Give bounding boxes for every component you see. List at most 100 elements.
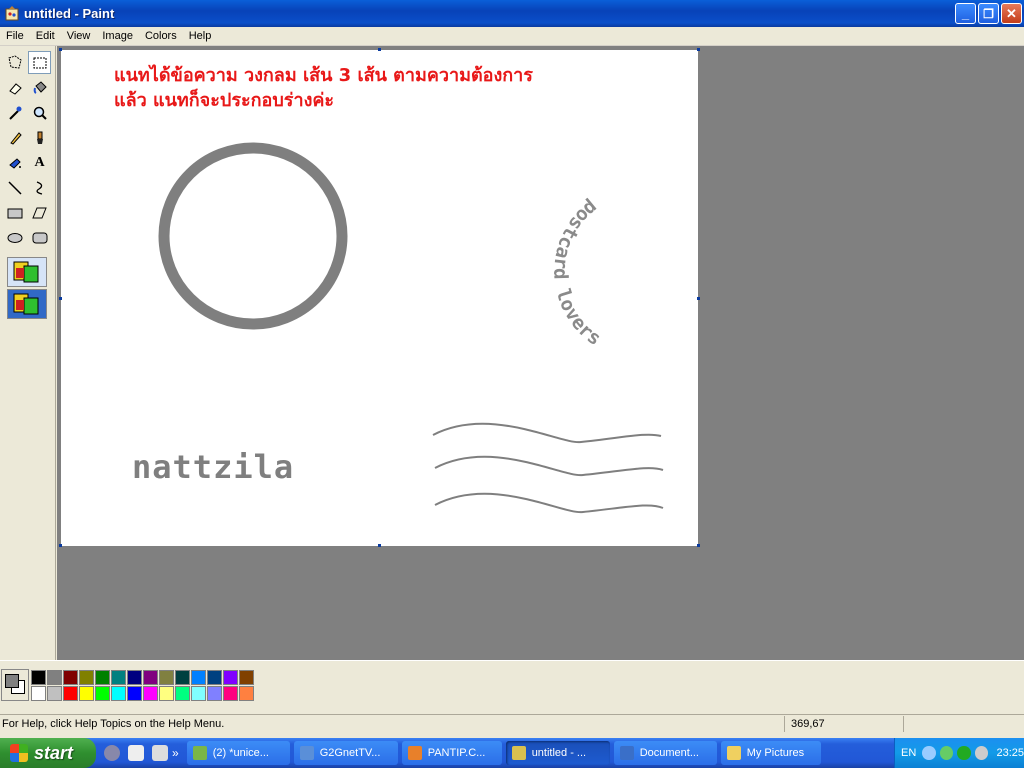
color-swatch[interactable] (79, 670, 94, 685)
brush-icon[interactable] (28, 126, 51, 149)
resize-handle[interactable] (59, 544, 62, 547)
taskbar-button[interactable]: Document... (613, 741, 717, 765)
color-swatch[interactable] (31, 686, 46, 701)
taskbar-button-label: G2GnetTV... (319, 747, 381, 759)
color-swatch[interactable] (175, 670, 190, 685)
color-swatch[interactable] (63, 670, 78, 685)
resize-handle[interactable] (378, 544, 381, 547)
status-help-text: For Help, click Help Topics on the Help … (2, 718, 225, 730)
taskbar-button-label: (2) *unice... (212, 747, 269, 759)
quick-launch-icon[interactable] (152, 745, 168, 761)
resize-handle[interactable] (697, 48, 700, 51)
menu-view[interactable]: View (61, 30, 97, 42)
color-swatch[interactable] (175, 686, 190, 701)
canvas-workspace[interactable]: แนทได้ข้อความ วงกลม เส้น 3 เส้น ตามความต… (57, 46, 1024, 660)
text-icon[interactable]: A (28, 151, 51, 174)
color-swatch[interactable] (239, 670, 254, 685)
color-swatch[interactable] (191, 686, 206, 701)
opaque-option-icon[interactable] (7, 257, 47, 287)
taskbar-button[interactable]: My Pictures (720, 741, 821, 765)
taskbar-button[interactable]: PANTIP.C... (401, 741, 502, 765)
start-label: start (34, 742, 74, 763)
status-separator (903, 716, 904, 732)
menu-file[interactable]: File (0, 30, 30, 42)
color-swatch[interactable] (111, 686, 126, 701)
color-swatch[interactable] (223, 686, 238, 701)
fill-icon[interactable] (28, 76, 51, 99)
foreground-color[interactable] (5, 674, 19, 688)
select-icon[interactable] (28, 51, 51, 74)
language-indicator[interactable]: EN (901, 747, 916, 759)
wavy-line-2 (434, 455, 664, 477)
maximize-button[interactable]: ❐ (978, 3, 999, 24)
task-list: (2) *unice... G2GnetTV... PANTIP.C... untit… (183, 741, 821, 765)
color-swatch[interactable] (159, 670, 174, 685)
resize-handle[interactable] (59, 297, 62, 300)
menu-colors[interactable]: Colors (139, 30, 183, 42)
curve-icon[interactable] (28, 176, 51, 199)
drawing-canvas[interactable]: แนทได้ข้อความ วงกลม เส้น 3 เส้น ตามความต… (59, 48, 700, 547)
minimize-button[interactable]: _ (955, 3, 976, 24)
color-swatch[interactable] (239, 686, 254, 701)
menu-edit[interactable]: Edit (30, 30, 61, 42)
color-swatch[interactable] (223, 670, 238, 685)
color-swatch[interactable] (207, 670, 222, 685)
polygon-icon[interactable] (28, 201, 51, 224)
close-button[interactable]: ✕ (1001, 3, 1022, 24)
color-swatch[interactable] (111, 670, 126, 685)
rectangle-icon[interactable] (3, 201, 26, 224)
start-button[interactable]: start (0, 738, 96, 768)
color-swatch[interactable] (143, 686, 158, 701)
status-bar: For Help, click Help Topics on the Help … (0, 714, 1024, 733)
color-swatch[interactable] (143, 670, 158, 685)
color-swatch[interactable] (127, 686, 142, 701)
network-icon[interactable] (939, 746, 954, 760)
wavy-line-3 (434, 492, 664, 514)
taskbar-button[interactable]: untitled - ... (505, 741, 610, 765)
color-swatch[interactable] (207, 686, 222, 701)
clock: 23:25 (996, 747, 1024, 759)
resize-handle[interactable] (697, 297, 700, 300)
color-swatch[interactable] (47, 686, 62, 701)
menu-help[interactable]: Help (183, 30, 218, 42)
color-swatch[interactable] (159, 686, 174, 701)
color-swatch[interactable] (47, 670, 62, 685)
ellipse-icon[interactable] (3, 226, 26, 249)
color-swatch[interactable] (95, 686, 110, 701)
transparent-option-icon[interactable] (7, 289, 47, 319)
eraser-icon[interactable] (3, 76, 26, 99)
free-form-select-icon[interactable] (3, 51, 26, 74)
resize-handle[interactable] (59, 48, 62, 51)
taskbar-button[interactable]: (2) *unice... (186, 741, 290, 765)
quick-launch-overflow-icon[interactable]: » (172, 746, 179, 760)
pencil-icon[interactable] (3, 126, 26, 149)
wavy-line-1 (432, 422, 662, 444)
rounded-rectangle-icon[interactable] (28, 226, 51, 249)
airbrush-icon[interactable] (3, 151, 26, 174)
title-bar: untitled - Paint _ ❐ ✕ (0, 0, 1024, 27)
media-icon[interactable] (957, 746, 971, 760)
color-swatch[interactable] (95, 670, 110, 685)
task-app-icon (726, 746, 741, 760)
tray-expand-icon[interactable] (922, 746, 936, 760)
taskbar-button-label: untitled - ... (531, 747, 587, 759)
system-tray: EN 23:25 (894, 738, 1024, 768)
resize-handle[interactable] (697, 544, 700, 547)
color-swatch[interactable] (79, 686, 94, 701)
resize-handle[interactable] (378, 48, 381, 51)
color-swatch[interactable] (63, 686, 78, 701)
pick-color-icon[interactable] (3, 101, 26, 124)
magnifier-icon[interactable] (28, 101, 51, 124)
status-coordinates: 369,67 (791, 718, 825, 730)
window-title: untitled - Paint (24, 6, 115, 21)
line-icon[interactable] (3, 176, 26, 199)
color-swatch[interactable] (31, 670, 46, 685)
menu-image[interactable]: Image (96, 30, 139, 42)
taskbar-button[interactable]: G2GnetTV... (293, 741, 398, 765)
color-swatch[interactable] (127, 670, 142, 685)
volume-icon[interactable] (974, 746, 989, 760)
color-swatch[interactable] (191, 670, 206, 685)
quick-launch-icon[interactable] (128, 745, 144, 761)
stamp-circle (158, 142, 348, 330)
quick-launch-icon[interactable] (104, 745, 120, 761)
